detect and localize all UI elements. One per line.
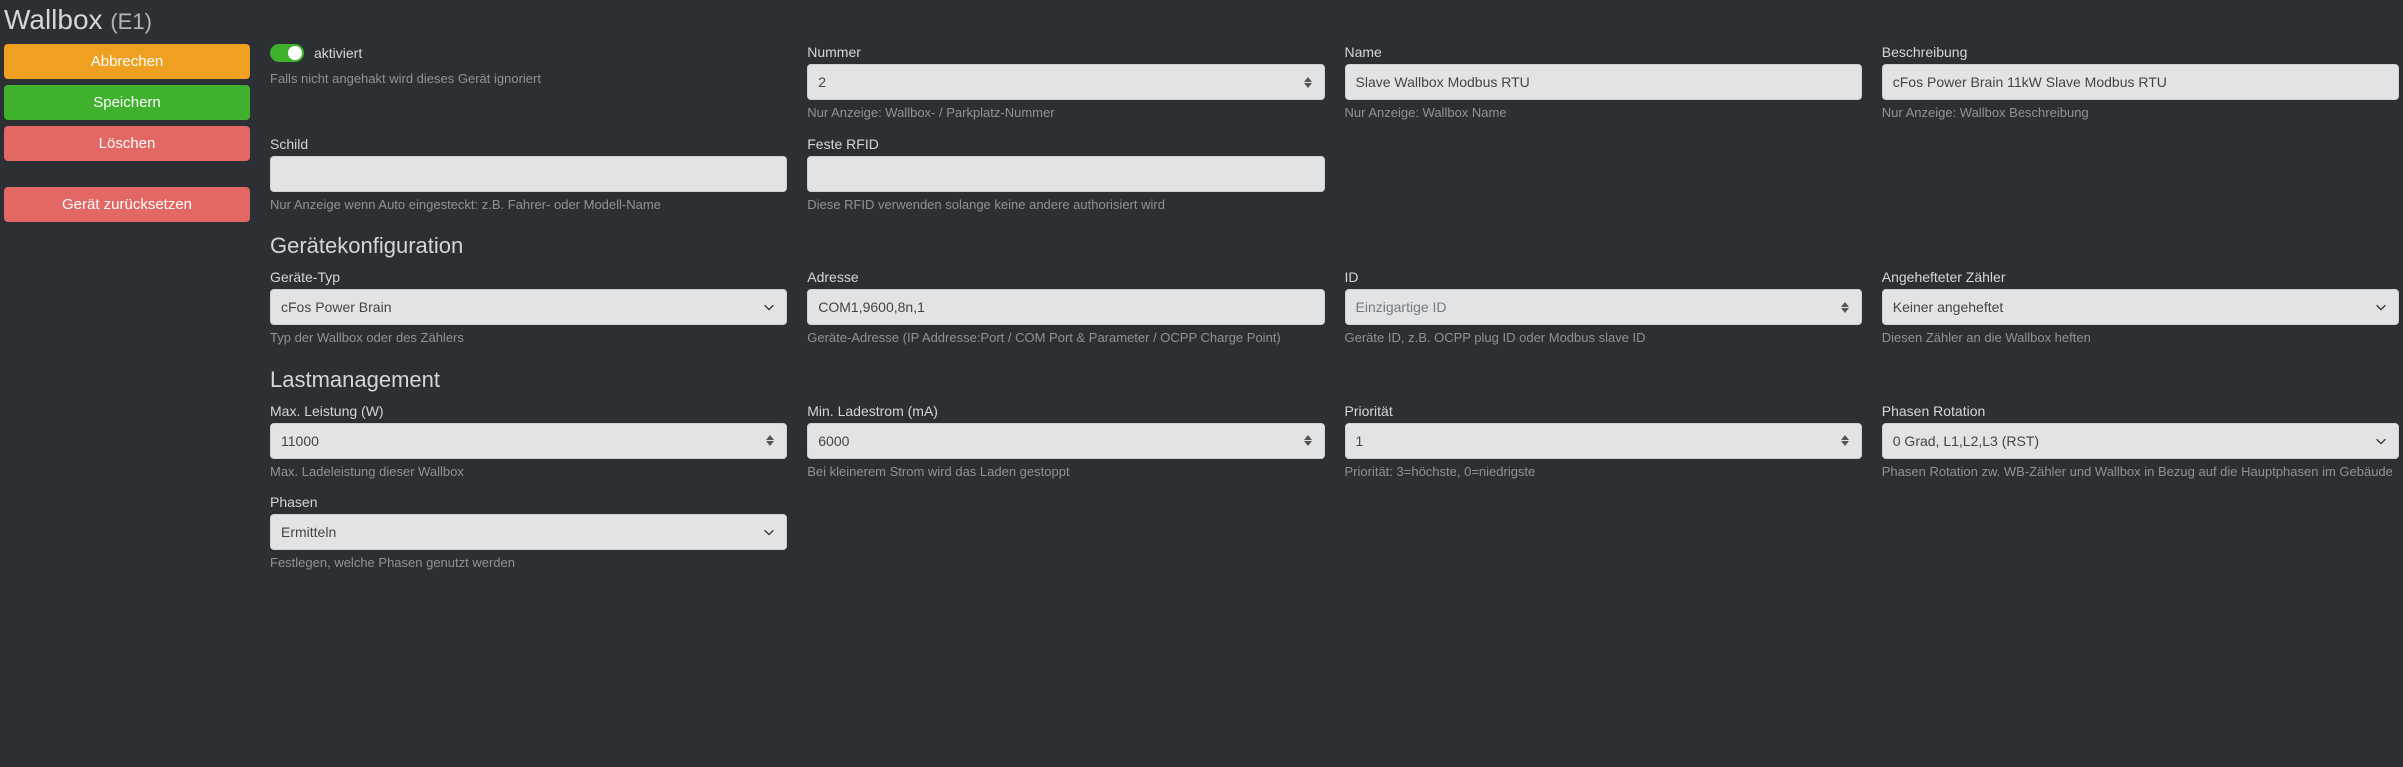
stepper-icon[interactable] xyxy=(1304,65,1318,99)
description-input[interactable] xyxy=(1882,64,2399,100)
number-value[interactable] xyxy=(818,65,1313,99)
phases-label: Phasen xyxy=(270,494,787,510)
address-hint: Geräte-Adresse (IP Addresse:Port / COM P… xyxy=(807,329,1324,347)
sign-hint: Nur Anzeige wenn Auto eingesteckt: z.B. … xyxy=(270,196,787,214)
device-type-label: Geräte-Typ xyxy=(270,269,787,285)
phase-rotation-value: 0 Grad, L1,L2,L3 (RST) xyxy=(1893,433,2374,449)
number-input[interactable] xyxy=(807,64,1324,100)
description-hint: Nur Anzeige: Wallbox Beschreibung xyxy=(1882,104,2399,122)
stepper-icon[interactable] xyxy=(1841,424,1855,458)
page-title: Wallbox (E1) xyxy=(4,4,2399,36)
stepper-icon[interactable] xyxy=(1304,424,1318,458)
rfid-value[interactable] xyxy=(818,157,1313,191)
main: aktiviert Falls nicht angehakt wird dies… xyxy=(270,44,2399,586)
device-type-hint: Typ der Wallbox oder des Zählers xyxy=(270,329,787,347)
max-power-input[interactable] xyxy=(270,423,787,459)
pinned-meter-label: Angehefteter Zähler xyxy=(1882,269,2399,285)
max-power-label: Max. Leistung (W) xyxy=(270,403,787,419)
priority-label: Priorität xyxy=(1345,403,1862,419)
priority-hint: Priorität: 3=höchste, 0=niedrigste xyxy=(1345,463,1862,481)
section-load-management: Lastmanagement xyxy=(270,367,2399,393)
id-value[interactable] xyxy=(1356,290,1851,324)
sign-label: Schild xyxy=(270,136,787,152)
page-title-sub: (E1) xyxy=(110,9,152,34)
name-value[interactable] xyxy=(1356,65,1851,99)
description-label: Beschreibung xyxy=(1882,44,2399,60)
rfid-hint: Diese RFID verwenden solange keine ander… xyxy=(807,196,1324,214)
activated-toggle[interactable] xyxy=(270,44,304,62)
section-device-config: Gerätekonfiguration xyxy=(270,233,2399,259)
min-current-label: Min. Ladestrom (mA) xyxy=(807,403,1324,419)
phases-select[interactable]: Ermitteln xyxy=(270,514,787,550)
number-hint: Nur Anzeige: Wallbox- / Parkplatz-Nummer xyxy=(807,104,1324,122)
cancel-button[interactable]: Abbrechen xyxy=(4,44,250,79)
id-hint: Geräte ID, z.B. OCPP plug ID oder Modbus… xyxy=(1345,329,1862,347)
priority-value[interactable] xyxy=(1356,424,1851,458)
rfid-input[interactable] xyxy=(807,156,1324,192)
sign-input[interactable] xyxy=(270,156,787,192)
priority-input[interactable] xyxy=(1345,423,1862,459)
pinned-meter-hint: Diesen Zähler an die Wallbox heften xyxy=(1882,329,2399,347)
device-type-value: cFos Power Brain xyxy=(281,299,762,315)
reset-device-button[interactable]: Gerät zurücksetzen xyxy=(4,187,250,222)
pinned-meter-select[interactable]: Keiner angeheftet xyxy=(1882,289,2399,325)
sidebar: Abbrechen Speichern Löschen Gerät zurück… xyxy=(4,44,250,586)
phase-rotation-select[interactable]: 0 Grad, L1,L2,L3 (RST) xyxy=(1882,423,2399,459)
id-label: ID xyxy=(1345,269,1862,285)
sign-value[interactable] xyxy=(281,157,776,191)
id-input[interactable] xyxy=(1345,289,1862,325)
phase-rotation-hint: Phasen Rotation zw. WB-Zähler und Wallbo… xyxy=(1882,463,2399,481)
number-label: Nummer xyxy=(807,44,1324,60)
rfid-label: Feste RFID xyxy=(807,136,1324,152)
max-power-hint: Max. Ladeleistung dieser Wallbox xyxy=(270,463,787,481)
chevron-down-icon xyxy=(2374,300,2388,314)
description-value[interactable] xyxy=(1893,65,2388,99)
name-hint: Nur Anzeige: Wallbox Name xyxy=(1345,104,1862,122)
address-value[interactable] xyxy=(818,290,1313,324)
device-type-select[interactable]: cFos Power Brain xyxy=(270,289,787,325)
page-title-main: Wallbox xyxy=(4,4,103,35)
pinned-meter-value: Keiner angeheftet xyxy=(1893,299,2374,315)
name-label: Name xyxy=(1345,44,1862,60)
address-input[interactable] xyxy=(807,289,1324,325)
address-label: Adresse xyxy=(807,269,1324,285)
phases-value: Ermitteln xyxy=(281,524,762,540)
activated-hint: Falls nicht angehakt wird dieses Gerät i… xyxy=(270,70,787,88)
activated-label: aktiviert xyxy=(314,45,362,61)
chevron-down-icon xyxy=(762,300,776,314)
min-current-input[interactable] xyxy=(807,423,1324,459)
stepper-icon[interactable] xyxy=(1841,290,1855,324)
save-button[interactable]: Speichern xyxy=(4,85,250,120)
phases-hint: Festlegen, welche Phasen genutzt werden xyxy=(270,554,787,572)
min-current-hint: Bei kleinerem Strom wird das Laden gesto… xyxy=(807,463,1324,481)
phase-rotation-label: Phasen Rotation xyxy=(1882,403,2399,419)
chevron-down-icon xyxy=(762,525,776,539)
chevron-down-icon xyxy=(2374,434,2388,448)
min-current-value[interactable] xyxy=(818,424,1313,458)
stepper-icon[interactable] xyxy=(766,424,780,458)
delete-button[interactable]: Löschen xyxy=(4,126,250,161)
name-input[interactable] xyxy=(1345,64,1862,100)
max-power-value[interactable] xyxy=(281,424,776,458)
